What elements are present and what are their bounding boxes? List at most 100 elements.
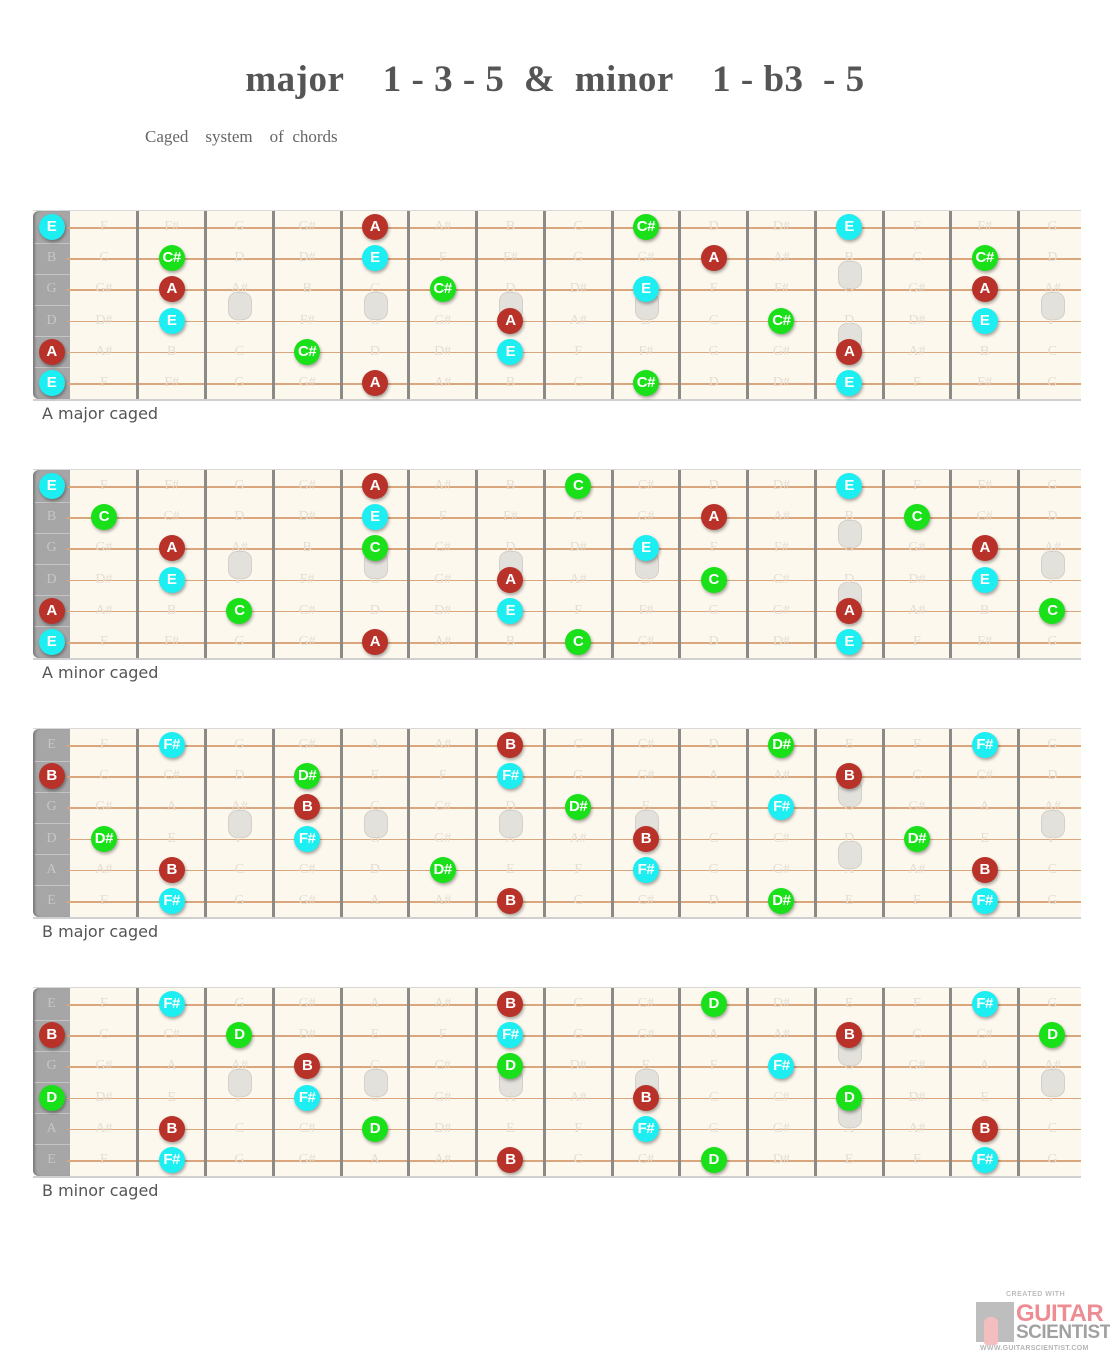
fret-note-label: F# [164,375,180,390]
fret-note-label: D [505,281,516,297]
fret-note-label: D [234,768,245,784]
fret-note-label: C# [637,1152,655,1167]
chord-tone-root: B [294,1053,321,1080]
fret-note-label: A [505,1089,516,1105]
fret-note-label: C [912,768,922,784]
fret-note-label: B [979,602,990,618]
chord-tone-fifth: F# [768,1053,795,1080]
open-string-label: E [47,737,56,752]
fret-note-label: D [234,509,245,525]
nut-separator [35,273,70,275]
chord-tone-fifth: F# [294,825,321,852]
fret-note-label: A# [772,509,790,525]
fret-note-label: B [505,219,516,234]
chord-tone-third: C [90,504,117,531]
fret-note-label: D# [908,312,926,328]
chord-tone-root: A [361,473,388,499]
logo-url: WWW.GUITARSCIENTIST.COM [980,1345,1089,1352]
fret-note-label: D [844,830,855,846]
fretboard-label: A major caged [42,404,159,423]
nut-separator [35,791,70,793]
fret-note-label: D# [569,540,587,556]
fret-note-label: G [1047,219,1058,234]
chord-tone-third: D# [768,888,795,914]
fret-note-label: C [573,1152,583,1167]
fret-note-label: G [708,861,719,877]
chord-tone-fifth: E [497,597,524,624]
fret-note-label: F# [977,375,993,390]
nut-separator [35,501,70,503]
logo-guitar-head-icon [976,1302,1014,1345]
fret-note-label: A [844,861,855,877]
fret-note-label: F [235,571,244,587]
fret-note-label: C# [434,540,451,556]
fret-note-label: A# [434,375,452,390]
fret-note-label: G [234,1152,245,1167]
chord-tone-third: C [903,504,930,531]
fret-note-label: B [302,281,312,297]
fret-note-label: C# [298,602,316,618]
fret-note-label: F [99,737,108,752]
chord-tone-fifth: E [836,473,863,499]
fret-note-label: F# [977,634,993,649]
fret-wire [271,729,275,917]
fret-note-label: B [505,478,516,493]
chord-tone-fifth: E [158,566,185,593]
nut-separator [35,595,70,597]
fret-note-label: E [167,1089,176,1105]
fret-note-label: F [1048,312,1057,328]
nut-separator [35,1113,70,1115]
fret-note-label: D [708,634,719,649]
chord-tone-root: A [836,338,863,365]
fret-note-label: D# [908,571,926,587]
fret-wire [678,211,682,399]
fret-note-label: C# [298,861,316,877]
fret-note-label: B [166,343,177,359]
fret-note-label: A# [1043,540,1061,556]
fret-note-label: D# [95,312,113,328]
fret-wire [475,729,478,917]
chord-tone-root: A [158,535,185,562]
fret-note-label: C# [637,996,655,1011]
fret-wire [881,729,885,917]
fret-note-label: G [708,602,719,618]
chord-tone-root: A [497,307,524,334]
chord-tone-third: D# [903,825,930,852]
chord-tone-root: B [971,856,998,883]
fret-note-label: A# [569,571,587,587]
fret-note-label: D [1047,509,1058,525]
fret-note-label: E [980,830,989,846]
fret-wire [542,211,546,399]
fret-note-label: F [709,281,718,297]
fret-note-label: C# [298,1120,316,1136]
fret-note-label: G# [434,312,452,328]
fret-note-label: D# [298,250,316,266]
fret-note-label: F [709,1058,718,1074]
fret-note-label: C [99,1027,109,1043]
open-string-label: B [46,509,57,525]
fret-wire [542,470,546,658]
fret-note-label: A [166,1058,177,1074]
fret-note-label: G# [298,478,316,493]
fret-note-label: G# [95,799,113,815]
fret-note-label: D [505,540,516,556]
fretboard-label: B major caged [42,922,159,941]
fret-note-label: F [235,830,244,846]
fret-note-label: D# [772,1152,790,1167]
fret-note-label: D# [569,281,587,297]
fret-note-label: A# [569,312,587,328]
fret-note-label: F [574,343,583,359]
fret-note-label: G# [908,1058,926,1074]
fret-note-label: G [1047,478,1058,493]
fret-note-label: A# [1043,799,1061,815]
fret-note-label: A# [569,830,587,846]
fret-note-label: A# [1043,1058,1061,1074]
chord-tone-root: A [361,370,388,396]
nut-separator [35,1144,70,1146]
guitar-scientist-logo: CREATED WITH GUITAR SCIENTIST WWW.GUITAR… [976,1291,1110,1357]
fret-note-label: G [234,634,245,649]
fret-note-label: C# [163,1027,180,1043]
fret-wire [881,211,885,399]
chord-tone-third: C# [632,214,659,240]
fret-note-label: C [573,219,583,234]
